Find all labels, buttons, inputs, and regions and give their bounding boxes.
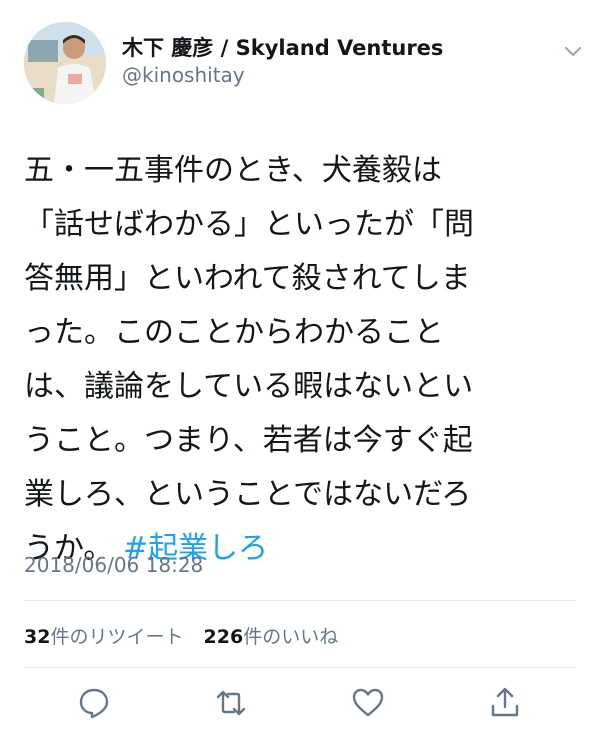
chevron-down-icon[interactable] <box>562 40 584 62</box>
tweet-line: うこと。つまり、若者は今すぐ起 <box>24 423 473 458</box>
tweet-actions <box>0 682 600 726</box>
tweet-line: 答無用」といわれて殺されてしま <box>24 261 471 296</box>
tweet-stats: 32件のリツイート 226件のいいね <box>24 622 352 649</box>
avatar[interactable] <box>24 22 106 104</box>
reply-icon[interactable] <box>77 686 111 720</box>
avatar-photo <box>24 22 106 104</box>
display-name[interactable]: 木下 慶彦 / Skyland Ventures <box>122 32 443 62</box>
tweet-line: 五・一五事件のとき、犬養毅は <box>24 153 442 188</box>
tweet-timestamp[interactable]: 2018/06/06 18:28 <box>24 553 203 577</box>
divider <box>24 600 576 601</box>
divider <box>24 667 576 668</box>
like-stat[interactable]: 226件のいいね <box>204 626 339 648</box>
retweet-count: 32 <box>24 626 51 648</box>
tweet-line: は、議論をしている暇はないとい <box>24 369 474 404</box>
tweet-line: 業しろ、ということではないだろ <box>24 477 472 512</box>
like-label: 件のいいね <box>243 626 339 648</box>
tweet-header: 木下 慶彦 / Skyland Ventures @kinoshitay <box>24 18 584 108</box>
tweet-line: った。このことからわかること <box>24 315 444 350</box>
heart-icon[interactable] <box>351 686 385 720</box>
retweet-label: 件のリツイート <box>50 626 184 648</box>
retweet-stat[interactable]: 32件のリツイート <box>24 626 183 648</box>
like-count: 226 <box>203 626 244 648</box>
retweet-icon[interactable] <box>214 686 248 720</box>
share-icon[interactable] <box>488 686 522 720</box>
tweet-line: 「話せばわかる」といったが「問 <box>24 207 474 242</box>
user-handle[interactable]: @kinoshitay <box>122 63 245 87</box>
tweet-text: 五・一五事件のとき、犬養毅は 「話せばわかる」といったが「問 答無用」といわれて… <box>24 144 576 576</box>
